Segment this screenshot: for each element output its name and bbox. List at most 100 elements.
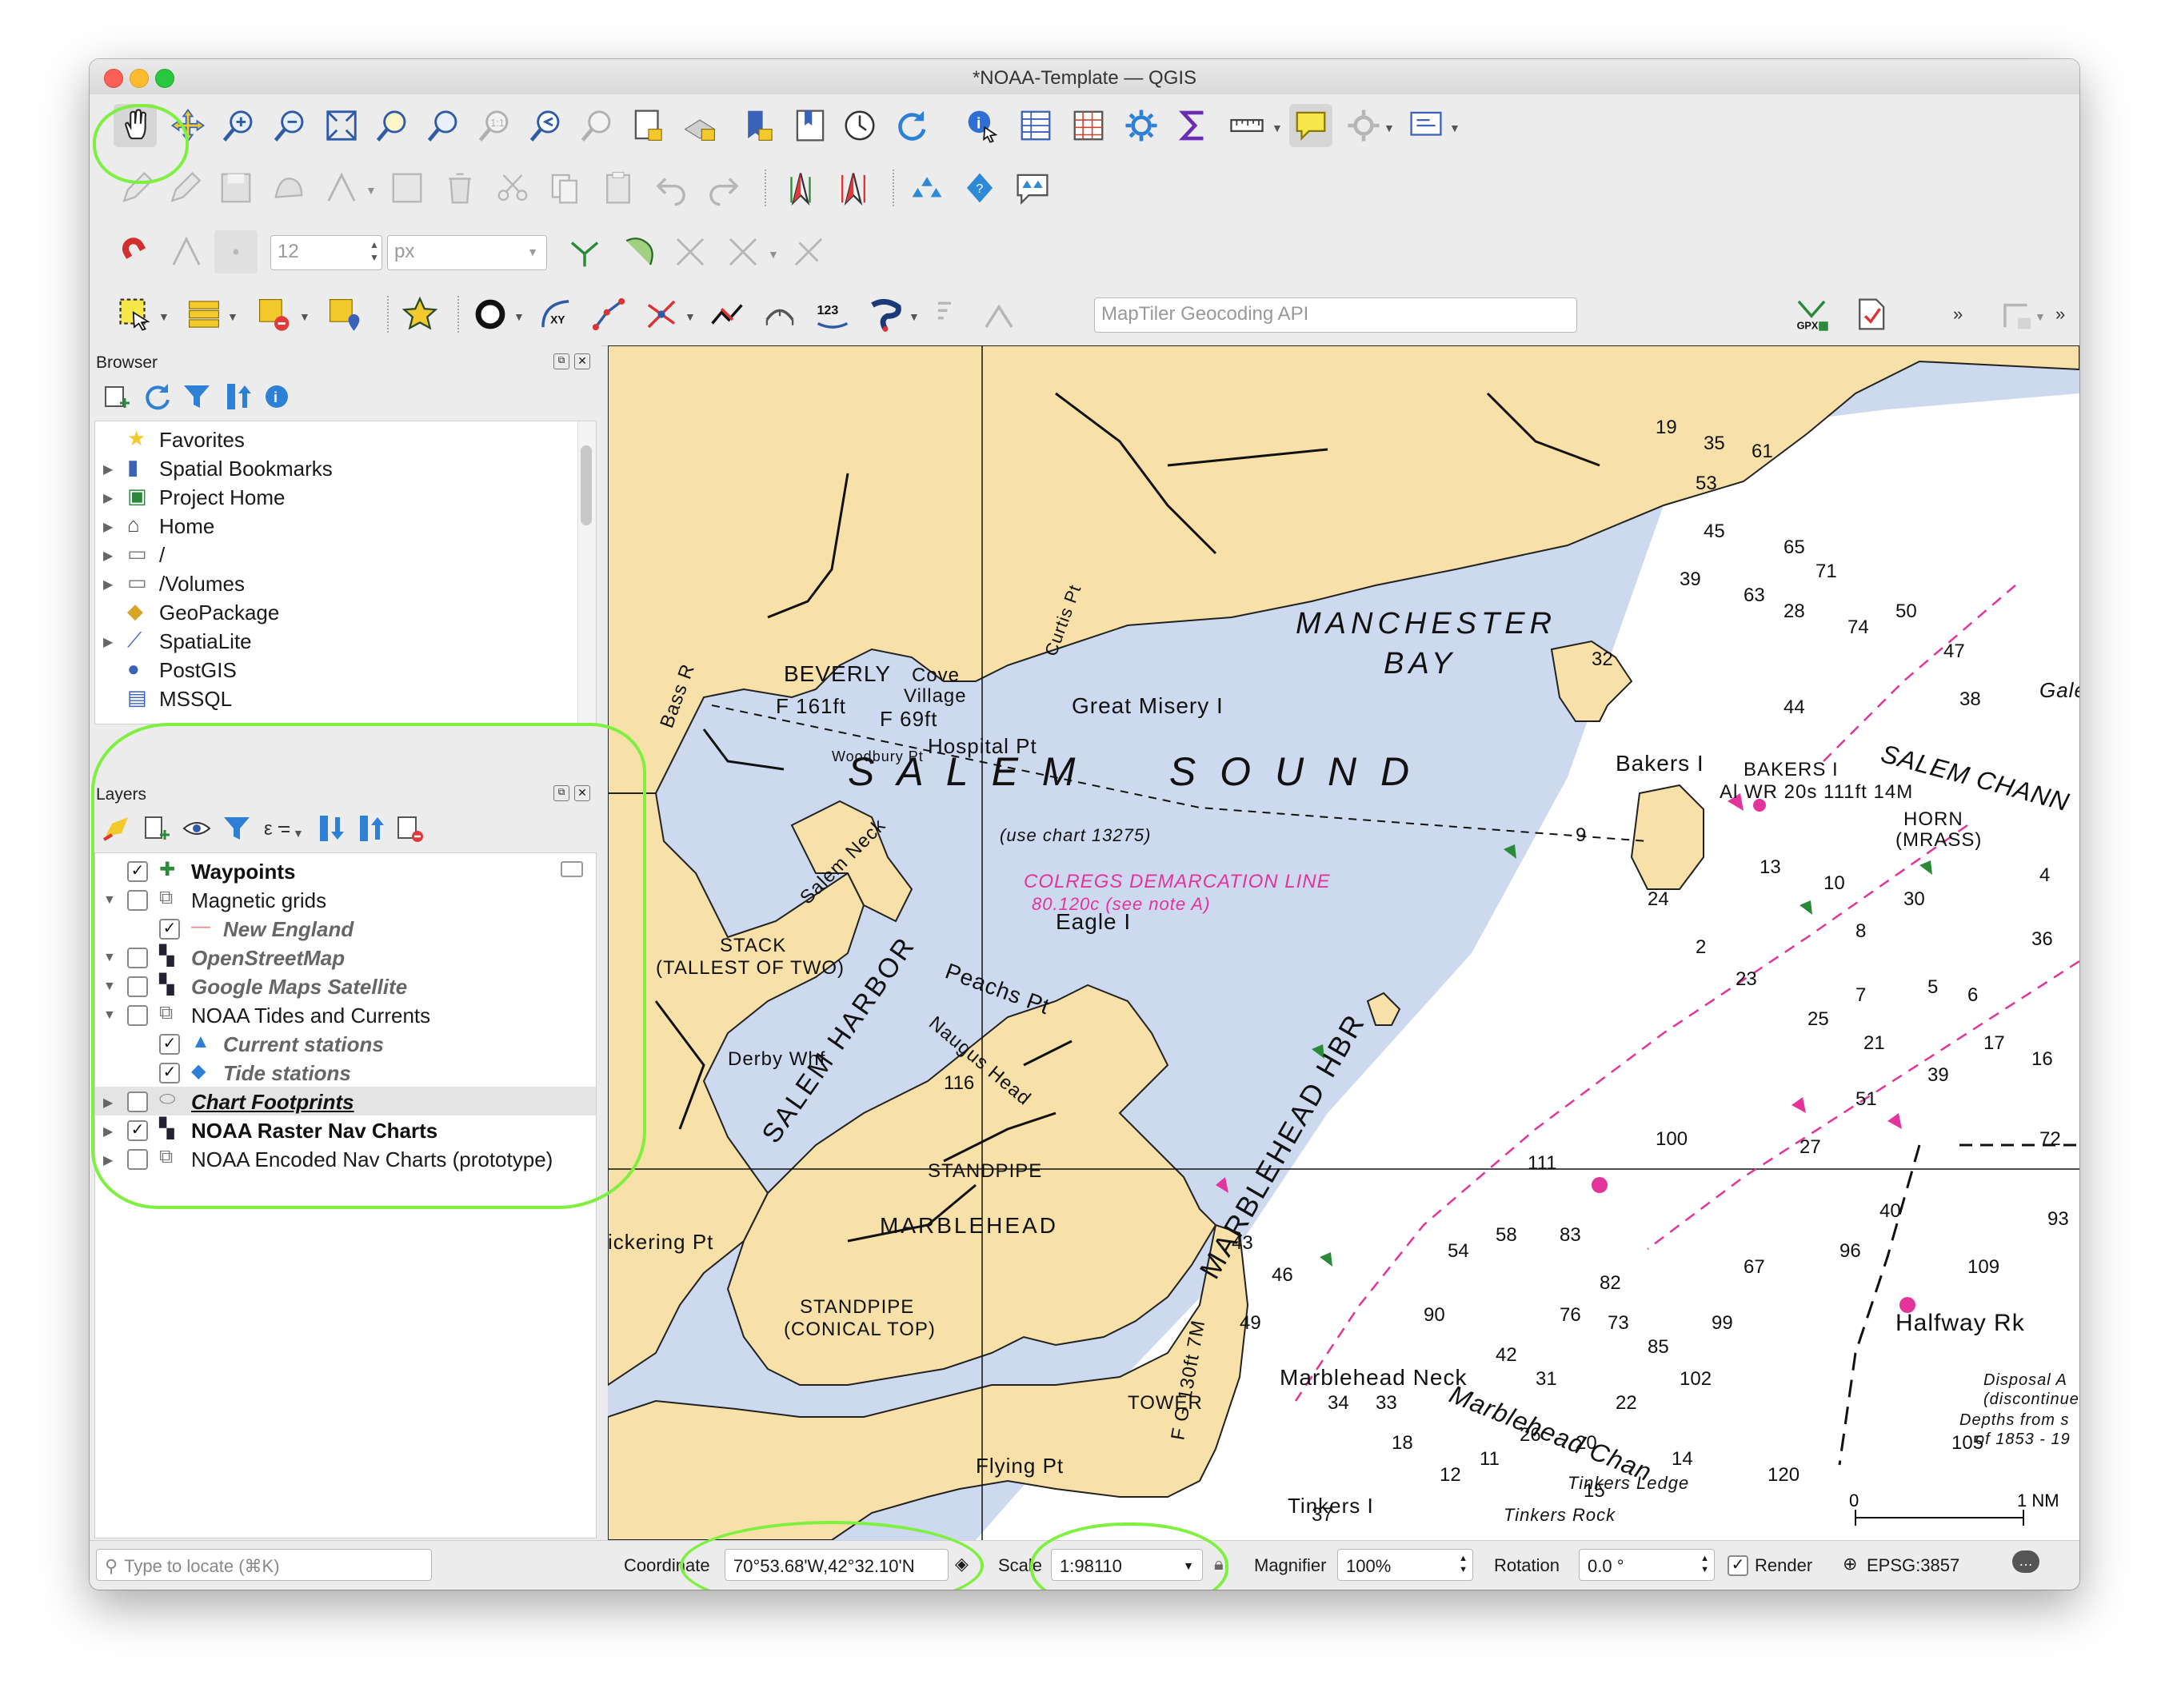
zoom-last-icon[interactable] xyxy=(525,104,568,147)
expand-arrow-icon[interactable]: ▶ xyxy=(103,490,113,506)
collapse-all-icon[interactable] xyxy=(221,381,253,413)
toolbar-grip[interactable] xyxy=(457,296,464,333)
add-xy-point-icon[interactable]: XY xyxy=(534,293,577,336)
snapping-mode-icon[interactable] xyxy=(165,230,208,273)
save-edits-icon[interactable] xyxy=(214,166,258,210)
field-calculator-icon[interactable] xyxy=(1067,104,1110,147)
python-console-icon[interactable] xyxy=(1404,104,1448,147)
expand-arrow-icon[interactable]: ▶ xyxy=(103,519,113,535)
browser-item[interactable]: ▶ ▭ /Volumes xyxy=(95,569,596,597)
snap-options-dropdown-icon[interactable]: ▼ xyxy=(768,248,779,261)
split-line-icon[interactable] xyxy=(705,293,749,336)
crs-globe-icon[interactable]: ⊕ xyxy=(1843,1554,1857,1574)
snap-to-point-icon[interactable] xyxy=(640,293,683,336)
toolbar-overflow-chevron-icon-2[interactable]: » xyxy=(2055,304,2065,325)
paste-features-icon[interactable] xyxy=(597,166,640,210)
self-snapping-icon[interactable] xyxy=(721,230,765,273)
browser-scrollbar[interactable] xyxy=(577,421,596,724)
float-panel-icon[interactable]: ⧉ xyxy=(553,353,569,369)
add-feature-icon[interactable] xyxy=(267,166,310,210)
plugin-tool-dropdown-icon[interactable]: ▼ xyxy=(2035,310,2046,323)
toolbar-grip[interactable] xyxy=(893,170,899,206)
map-canvas[interactable]: BEVERLY MANCHESTER BAY S A L E M S O U N… xyxy=(608,345,2079,1540)
plugin-tool-icon[interactable] xyxy=(1996,293,2039,336)
advanced-digitizing-icon[interactable] xyxy=(787,230,830,273)
annotation-dropdown-icon[interactable]: ▼ xyxy=(1384,122,1395,134)
attribute-sort-icon[interactable] xyxy=(929,293,973,336)
measure-dropdown-icon[interactable]: ▼ xyxy=(1272,122,1283,134)
new-map-view-icon[interactable] xyxy=(627,104,670,147)
favorites-star-icon[interactable] xyxy=(398,293,441,336)
vertex-tool-icon[interactable] xyxy=(320,166,363,210)
zoom-full-icon[interactable] xyxy=(320,104,363,147)
annotation-settings-icon[interactable] xyxy=(1342,104,1385,147)
browser-item[interactable]: ▶ ▣ Project Home xyxy=(95,482,596,511)
topological-editing-icon[interactable] xyxy=(563,230,606,273)
tolerance-stepper-icon[interactable]: ▲ ▼ xyxy=(369,238,379,264)
nautical-chart[interactable]: BEVERLY MANCHESTER BAY S A L E M S O U N… xyxy=(608,345,2079,1540)
triangle-annotation-icon[interactable] xyxy=(905,166,949,210)
properties-info-icon[interactable]: i xyxy=(261,381,293,413)
refresh-browser-icon[interactable] xyxy=(141,381,173,413)
tracing-icon[interactable] xyxy=(669,230,712,273)
plugins-dropdown-icon[interactable]: ▼ xyxy=(1449,122,1460,134)
select-by-value-dropdown-icon[interactable]: ▼ xyxy=(227,310,238,323)
browser-item[interactable]: ▶ ⟋ SpatiaLite xyxy=(95,626,596,655)
modify-attributes-icon[interactable] xyxy=(385,166,429,210)
refresh-icon[interactable] xyxy=(889,104,933,147)
deselect-dropdown-icon[interactable]: ▼ xyxy=(299,310,310,323)
circle-tool-dropdown-icon[interactable]: ▼ xyxy=(513,310,525,323)
copy-features-icon[interactable] xyxy=(544,166,587,210)
attribute-table-icon[interactable] xyxy=(1014,104,1057,147)
browser-scrollbar-thumb[interactable] xyxy=(581,445,592,525)
browser-item[interactable]: ▶ ▮ Spatial Bookmarks xyxy=(95,453,596,482)
map-tips-icon[interactable] xyxy=(1289,104,1332,147)
browser-item[interactable]: ★ Favorites xyxy=(95,425,596,453)
shape-digitize-icon[interactable] xyxy=(864,293,907,336)
measure-distance-icon[interactable] xyxy=(758,293,801,336)
deselect-features-icon[interactable] xyxy=(253,293,296,336)
rotation-stepper-icon[interactable]: ▲ ▼ xyxy=(1700,1553,1709,1575)
gpx-tool-icon[interactable]: GPX xyxy=(1790,293,1833,336)
north-arrow-icon[interactable] xyxy=(779,166,822,210)
select-by-value-icon[interactable] xyxy=(182,293,226,336)
measure-line-icon[interactable] xyxy=(1225,104,1268,147)
processing-toolbox-icon[interactable] xyxy=(1120,104,1163,147)
text-annotation-icon[interactable] xyxy=(1011,166,1054,210)
numbering-tool-icon[interactable]: 123 xyxy=(811,293,854,336)
identify-features-icon[interactable]: i xyxy=(961,104,1005,147)
circle-tool-icon[interactable] xyxy=(469,293,512,336)
magnifier-field[interactable]: 100% ▲ ▼ xyxy=(1337,1549,1473,1581)
undo-icon[interactable] xyxy=(649,166,693,210)
show-bookmarks-icon[interactable] xyxy=(789,104,832,147)
snapping-magnet-icon[interactable] xyxy=(114,230,157,273)
delete-selected-icon[interactable] xyxy=(438,166,481,210)
select-by-location-icon[interactable] xyxy=(323,293,366,336)
snap-tool-dropdown-icon[interactable]: ▼ xyxy=(685,310,696,323)
cut-features-icon[interactable] xyxy=(491,166,534,210)
browser-item[interactable]: ▤ MSSQL xyxy=(95,684,596,712)
snapping-type-icon[interactable] xyxy=(214,230,258,273)
select-dropdown-icon[interactable]: ▼ xyxy=(158,310,170,323)
expand-arrow-icon[interactable]: ▶ xyxy=(103,461,113,477)
magnifier-stepper-icon[interactable]: ▲ ▼ xyxy=(1459,1553,1468,1575)
close-panel-icon[interactable]: ✕ xyxy=(574,353,590,369)
zoom-native-resolution-icon[interactable]: 1:1 xyxy=(473,104,517,147)
node-tool-icon[interactable] xyxy=(977,293,1021,336)
statistical-summary-icon[interactable] xyxy=(1172,104,1216,147)
toolbar-overflow-chevron-icon[interactable]: » xyxy=(1953,304,1963,325)
expand-arrow-icon[interactable]: ▶ xyxy=(103,577,113,593)
toolbar-grip[interactable] xyxy=(387,296,393,333)
browser-item[interactable]: ● PostGIS xyxy=(95,655,596,684)
add-selected-layers-icon[interactable] xyxy=(101,381,133,413)
browser-item[interactable]: ▶ ▭ / xyxy=(95,540,596,569)
shape-dropdown-icon[interactable]: ▼ xyxy=(909,310,920,323)
expand-arrow-icon[interactable]: ▶ xyxy=(103,634,113,650)
zoom-in-icon[interactable] xyxy=(218,104,261,147)
messages-icon[interactable]: … xyxy=(2012,1550,2039,1573)
render-checkbox[interactable]: ✓ xyxy=(1728,1555,1748,1576)
scale-bar-decoration-icon[interactable] xyxy=(832,166,875,210)
expand-arrow-icon[interactable]: ▶ xyxy=(103,548,113,564)
geocoder-search-input[interactable]: MapTiler Geocoding API xyxy=(1094,297,1577,333)
print-layout-icon[interactable] xyxy=(1849,293,1892,336)
